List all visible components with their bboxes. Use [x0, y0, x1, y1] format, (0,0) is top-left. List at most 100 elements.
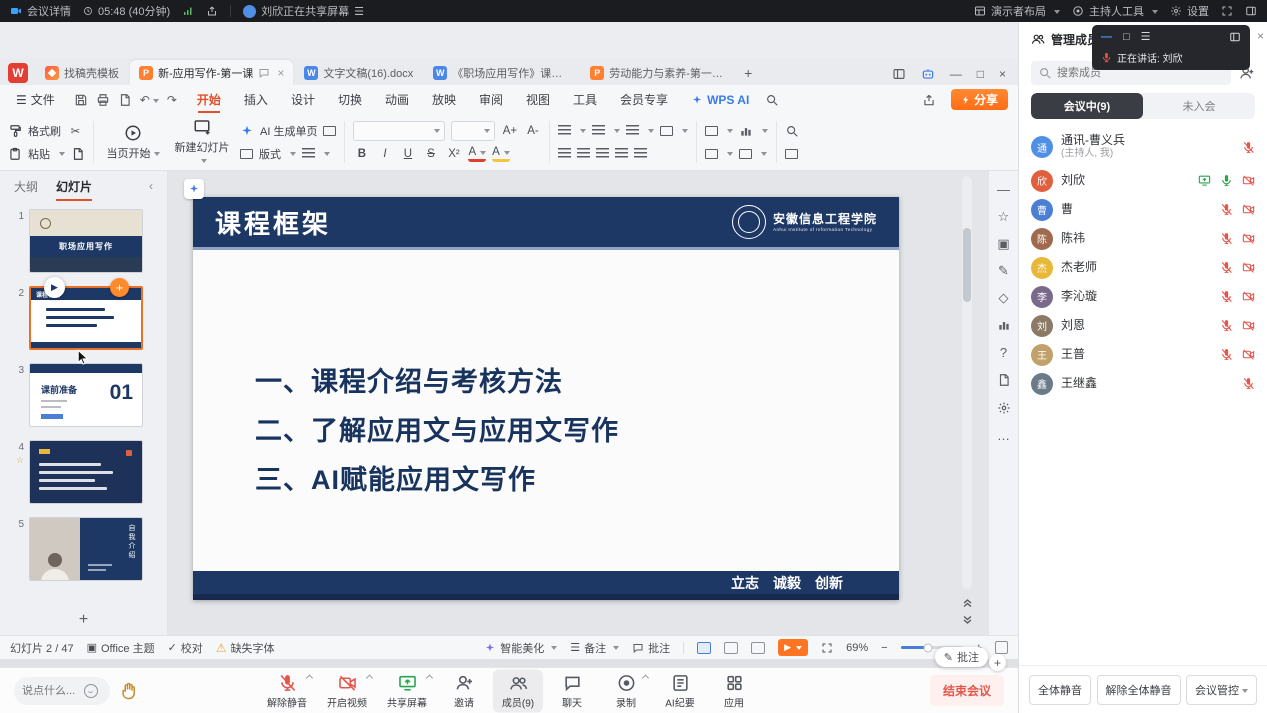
wps-logo[interactable]: W — [8, 63, 28, 83]
fit-to-window-button[interactable] — [995, 641, 1008, 654]
unmute-all-button[interactable]: 解除全体静音 — [1097, 675, 1181, 705]
toolbar-chat-button[interactable]: 聊天 — [547, 669, 597, 712]
next-slide-button[interactable] — [960, 613, 975, 627]
slide-bullet-2[interactable]: 二、了解应用文与应用文写作 — [255, 409, 899, 448]
more-panes-icon[interactable]: … — [997, 429, 1010, 442]
caret-up-icon[interactable] — [426, 674, 433, 681]
floating-zoom-button[interactable]: + — [989, 654, 1006, 671]
caret-up-icon[interactable] — [366, 674, 373, 681]
cam-off-icon[interactable] — [1242, 203, 1255, 216]
menu-tools[interactable]: 工具 — [566, 88, 604, 111]
chart-button[interactable] — [739, 124, 753, 138]
distribute-button[interactable] — [634, 148, 647, 159]
chart-pane-icon[interactable] — [997, 318, 1011, 332]
menu-wps-ai[interactable]: WPS AI — [684, 90, 756, 110]
comments-button[interactable]: 批注 — [632, 640, 670, 656]
member-row[interactable]: 陈陈祎 — [1019, 224, 1267, 253]
share-up-icon[interactable] — [206, 5, 218, 17]
new-tab-button[interactable]: + — [738, 63, 758, 83]
current-slide[interactable]: 课程框架 安徽信息工程学院 Anhui Institute of Informa… — [193, 197, 899, 600]
close-window-icon[interactable]: × — [999, 68, 1006, 80]
member-row[interactable]: 刘刘恩 — [1019, 311, 1267, 340]
cut-button[interactable]: ✂ — [67, 121, 84, 140]
play-from-current-button[interactable]: 当页开始 — [102, 117, 164, 167]
end-meeting-button[interactable]: 结束会议 — [930, 675, 1004, 706]
dock-window-icon[interactable] — [892, 67, 906, 81]
zoom-percentage[interactable]: 69% — [846, 642, 868, 654]
collapse-panel-icon[interactable]: ‹ — [149, 179, 153, 193]
meeting-timer[interactable]: 05:48 (40分钟) — [83, 3, 170, 19]
popup-dock-icon[interactable] — [1229, 31, 1241, 43]
cam-off-icon[interactable] — [1242, 319, 1255, 332]
notes-pane-icon[interactable] — [997, 373, 1011, 387]
share-button[interactable]: 分享 — [951, 89, 1008, 110]
menu-animation[interactable]: 动画 — [378, 88, 416, 111]
screen-share-icon[interactable] — [1198, 174, 1211, 187]
copy-button[interactable] — [71, 147, 85, 161]
toolbar-screen-share-button[interactable]: 共享屏幕 — [379, 669, 435, 712]
undo-button[interactable]: ↶ — [140, 93, 159, 107]
close-panel-icon[interactable]: × — [1257, 29, 1264, 43]
reading-view-button[interactable] — [751, 642, 765, 654]
mic-off-icon[interactable] — [1220, 290, 1233, 303]
mic-off-icon[interactable] — [1242, 377, 1255, 390]
slide-body[interactable]: 一、课程介绍与考核方法 二、了解应用文与应用文写作 三、AI赋能应用文写作 — [193, 250, 899, 571]
ai-generate-panel-icon[interactable] — [323, 126, 336, 136]
member-row[interactable]: 李李沁璇 — [1019, 282, 1267, 311]
network-signal-icon[interactable] — [182, 5, 194, 17]
menu-review[interactable]: 审阅 — [472, 88, 510, 111]
cam-off-icon[interactable] — [1242, 348, 1255, 361]
mic-off-icon[interactable] — [1220, 203, 1233, 216]
file-menu[interactable]: ☰ 文件 — [10, 89, 61, 110]
toolbar-apps-button[interactable]: 应用 — [709, 669, 759, 712]
mic-off-icon[interactable] — [1220, 319, 1233, 332]
font-color-button[interactable]: A — [468, 146, 486, 162]
play-from-slide-overlay-button[interactable]: ▶ — [44, 277, 65, 298]
tab-in-meeting[interactable]: 会议中(9) — [1031, 93, 1143, 119]
popup-minimize-icon[interactable]: — — [1101, 31, 1112, 43]
host-tools-button[interactable]: 主持人工具 — [1072, 3, 1158, 19]
tab-not-joined[interactable]: 未入会 — [1143, 93, 1255, 119]
mic-off-icon[interactable] — [1220, 261, 1233, 274]
font-family-combo[interactable] — [353, 121, 445, 141]
align-right-button[interactable] — [596, 148, 609, 159]
meeting-details-button[interactable]: 会议详情 — [10, 3, 71, 19]
vertical-scrollbar[interactable] — [962, 176, 972, 589]
task-pane-button[interactable] — [785, 149, 798, 159]
slide-thumbnail-2-selected[interactable]: 2 课程框架 — [10, 286, 159, 350]
missing-font-warning[interactable]: ⚠缺失字体 — [216, 640, 275, 656]
settings-pane-icon[interactable] — [997, 401, 1011, 415]
italic-button[interactable]: I — [376, 144, 393, 163]
reaction-hand-icon[interactable] — [120, 682, 138, 700]
meeting-control-button[interactable]: 会议管控 — [1186, 675, 1257, 705]
bullet-list-button[interactable] — [558, 125, 571, 136]
cast-icon[interactable] — [821, 642, 833, 654]
sharing-menu-icon[interactable]: ☰ — [354, 5, 364, 18]
member-row[interactable]: 鑫王继鑫 — [1019, 369, 1267, 398]
highlight-button[interactable]: A — [492, 146, 510, 162]
tab-outline[interactable]: 大纲 — [14, 178, 38, 195]
align-left-button[interactable] — [558, 148, 571, 159]
format-painter-icon[interactable] — [8, 124, 22, 138]
increase-font-button[interactable]: A+ — [501, 121, 518, 140]
preview-icon[interactable] — [118, 93, 132, 107]
favorites-icon[interactable]: ☆ — [998, 210, 1010, 223]
slideshow-play-button[interactable]: ▶ — [778, 639, 808, 656]
numbered-list-button[interactable] — [592, 125, 605, 136]
fullscreen-icon[interactable] — [1221, 5, 1233, 17]
mic-on-icon[interactable] — [1220, 174, 1233, 187]
textbox-button[interactable] — [705, 149, 718, 159]
section-button[interactable] — [302, 148, 315, 159]
redo-button[interactable]: ↷ — [167, 93, 177, 107]
justify-button[interactable] — [615, 148, 628, 159]
slide-canvas[interactable]: 课程框架 安徽信息工程学院 Anhui Institute of Informa… — [168, 171, 988, 635]
member-row[interactable]: 欣刘欣 — [1019, 166, 1267, 195]
panel-toggle-icon[interactable] — [1245, 5, 1257, 17]
save-icon[interactable] — [74, 93, 88, 107]
tab-current-presentation[interactable]: P 新-应用写作-第一课 × — [130, 60, 293, 85]
proofing-button[interactable]: ✓校对 — [168, 640, 203, 656]
add-slide-button[interactable]: + — [0, 609, 167, 635]
settings-button[interactable]: 设置 — [1170, 3, 1209, 19]
columns-button[interactable] — [660, 126, 673, 136]
mute-all-button[interactable]: 全体静音 — [1029, 675, 1091, 705]
